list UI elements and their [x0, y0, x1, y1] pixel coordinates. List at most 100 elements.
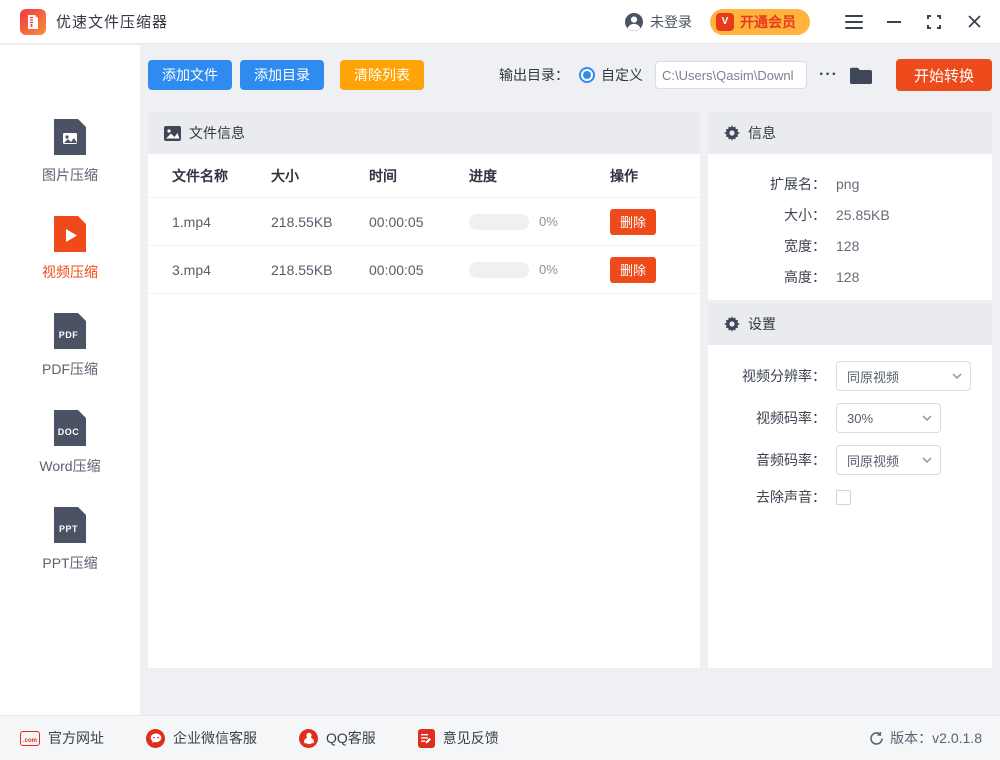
gear-icon	[724, 125, 740, 141]
menu-button[interactable]	[834, 0, 874, 44]
toolbar: 添加文件 添加目录 清除列表 输出目录： 自定义 ··· 开始转换	[148, 58, 992, 92]
open-folder-button[interactable]	[850, 67, 872, 84]
table-row[interactable]: 1.mp4 218.55KB 00:00:05 0% 删除	[148, 198, 700, 246]
table-row[interactable]: 3.mp4 218.55KB 00:00:05 0% 删除	[148, 246, 700, 294]
open-vip-button[interactable]: V 开通会员	[710, 9, 810, 35]
col-name: 文件名称	[148, 166, 271, 186]
ppt-badge: PPT	[52, 524, 85, 534]
info-row-height: 高度： 128	[708, 261, 992, 292]
file-size: 218.55KB	[271, 214, 369, 230]
setting-video-bitrate: 视频码率： 30%	[708, 403, 992, 433]
close-button[interactable]	[954, 0, 994, 44]
qq-icon	[299, 729, 318, 748]
file-info-header: 文件信息	[148, 112, 700, 154]
version-info: 版本：v2.0.1.8	[869, 728, 982, 748]
open-vip-label: 开通会员	[740, 12, 796, 32]
col-time: 时间	[369, 166, 469, 186]
close-icon	[968, 15, 981, 28]
app-logo-icon	[20, 9, 46, 35]
official-site-link[interactable]: .com 官方网址	[20, 728, 104, 748]
audio-bitrate-select[interactable]: 同原视频	[836, 445, 941, 475]
app-title: 优速文件压缩器	[56, 11, 168, 32]
custom-radio-label: 自定义	[601, 65, 643, 85]
chevron-down-icon	[922, 415, 932, 421]
mute-label: 去除声音：	[708, 487, 826, 507]
sidebar-item-label: PPT压缩	[42, 553, 97, 573]
wechat-support-link[interactable]: 企业微信客服	[146, 728, 257, 748]
clear-list-button[interactable]: 清除列表	[340, 60, 424, 90]
col-size: 大小	[271, 166, 369, 186]
file-name: 3.mp4	[148, 262, 271, 278]
progress-bar	[469, 262, 529, 278]
website-icon: .com	[20, 731, 40, 746]
add-directory-button[interactable]: 添加目录	[240, 60, 324, 90]
chevron-down-icon	[952, 373, 962, 379]
qq-support-link[interactable]: QQ客服	[299, 728, 376, 748]
sidebar-item-label: 视频压缩	[42, 262, 98, 282]
login-status-label: 未登录	[650, 12, 692, 32]
setting-audio-bitrate: 音频码率： 同原视频	[708, 445, 992, 475]
settings-title: 设置	[748, 314, 776, 334]
add-file-button[interactable]: 添加文件	[148, 60, 232, 90]
footer: .com 官方网址 企业微信客服 QQ客服 意见反馈 版本：v2.0.1.8	[0, 715, 1000, 760]
chevron-down-icon	[922, 457, 932, 463]
gear-icon	[724, 316, 740, 332]
login-status[interactable]: 未登录	[624, 12, 692, 32]
vip-icon: V	[716, 13, 734, 31]
col-progress: 进度	[469, 166, 610, 186]
info-row-extension: 扩展名： png	[708, 168, 992, 199]
resolution-select[interactable]: 同原视频	[836, 361, 971, 391]
info-panel: 信息 扩展名： png 大小： 25.85KB 宽度： 128 高度： 128	[708, 112, 992, 300]
maximize-button[interactable]	[914, 0, 954, 44]
audio-bitrate-label: 音频码率：	[708, 450, 826, 470]
pdf-badge: PDF	[52, 330, 85, 340]
video-bitrate-label: 视频码率：	[708, 408, 826, 428]
doc-file-icon: DOC	[52, 408, 88, 448]
progress-bar	[469, 214, 529, 230]
maximize-icon	[927, 15, 941, 29]
wechat-icon	[146, 729, 165, 748]
update-icon	[869, 731, 884, 746]
setting-resolution: 视频分辨率： 同原视频	[708, 361, 992, 391]
file-size: 218.55KB	[271, 262, 369, 278]
hamburger-icon	[845, 15, 863, 29]
sidebar-item-video-compress[interactable]: 视频压缩	[42, 214, 98, 282]
pdf-file-icon: PDF	[52, 311, 88, 351]
start-convert-button[interactable]: 开始转换	[896, 59, 992, 91]
minimize-icon	[887, 21, 901, 23]
sidebar-item-ppt-compress[interactable]: PPT PPT压缩	[42, 505, 97, 573]
sidebar-item-label: Word压缩	[39, 456, 100, 476]
feedback-link[interactable]: 意见反馈	[418, 728, 499, 748]
version-label: 版本：v2.0.1.8	[890, 728, 982, 748]
folder-icon	[850, 67, 872, 84]
file-time: 00:00:05	[369, 214, 469, 230]
sidebar-item-pdf-compress[interactable]: PDF PDF压缩	[42, 311, 98, 379]
user-icon	[624, 12, 644, 32]
image-file-icon	[52, 117, 88, 157]
output-dir-label: 输出目录：	[499, 65, 569, 85]
file-info-panel: 文件信息 文件名称 大小 时间 进度 操作 1.mp4 218.55KB 00:…	[148, 112, 700, 668]
info-title: 信息	[748, 123, 776, 143]
setting-mute: 去除声音：	[708, 487, 992, 507]
browse-more-button[interactable]: ···	[819, 66, 838, 84]
delete-button[interactable]: 删除	[610, 209, 656, 235]
resolution-label: 视频分辨率：	[708, 366, 826, 386]
settings-header: 设置	[708, 303, 992, 345]
custom-radio[interactable]	[579, 67, 595, 83]
progress-percent: 0%	[539, 214, 558, 229]
sidebar-item-word-compress[interactable]: DOC Word压缩	[39, 408, 100, 476]
file-info-title: 文件信息	[189, 123, 245, 143]
minimize-button[interactable]	[874, 0, 914, 44]
sidebar: 图片压缩 视频压缩 PDF PDF压缩 DOC Word压缩 PPT PPT压缩	[0, 45, 140, 715]
sidebar-item-image-compress[interactable]: 图片压缩	[42, 117, 98, 185]
doc-badge: DOC	[52, 427, 85, 437]
output-path-input[interactable]	[655, 61, 807, 89]
delete-button[interactable]: 删除	[610, 257, 656, 283]
feedback-icon	[418, 729, 435, 748]
sidebar-item-label: PDF压缩	[42, 359, 98, 379]
video-bitrate-select[interactable]: 30%	[836, 403, 941, 433]
file-name: 1.mp4	[148, 214, 271, 230]
mute-checkbox[interactable]	[836, 490, 851, 505]
ppt-file-icon: PPT	[52, 505, 88, 545]
video-file-icon	[52, 214, 88, 254]
